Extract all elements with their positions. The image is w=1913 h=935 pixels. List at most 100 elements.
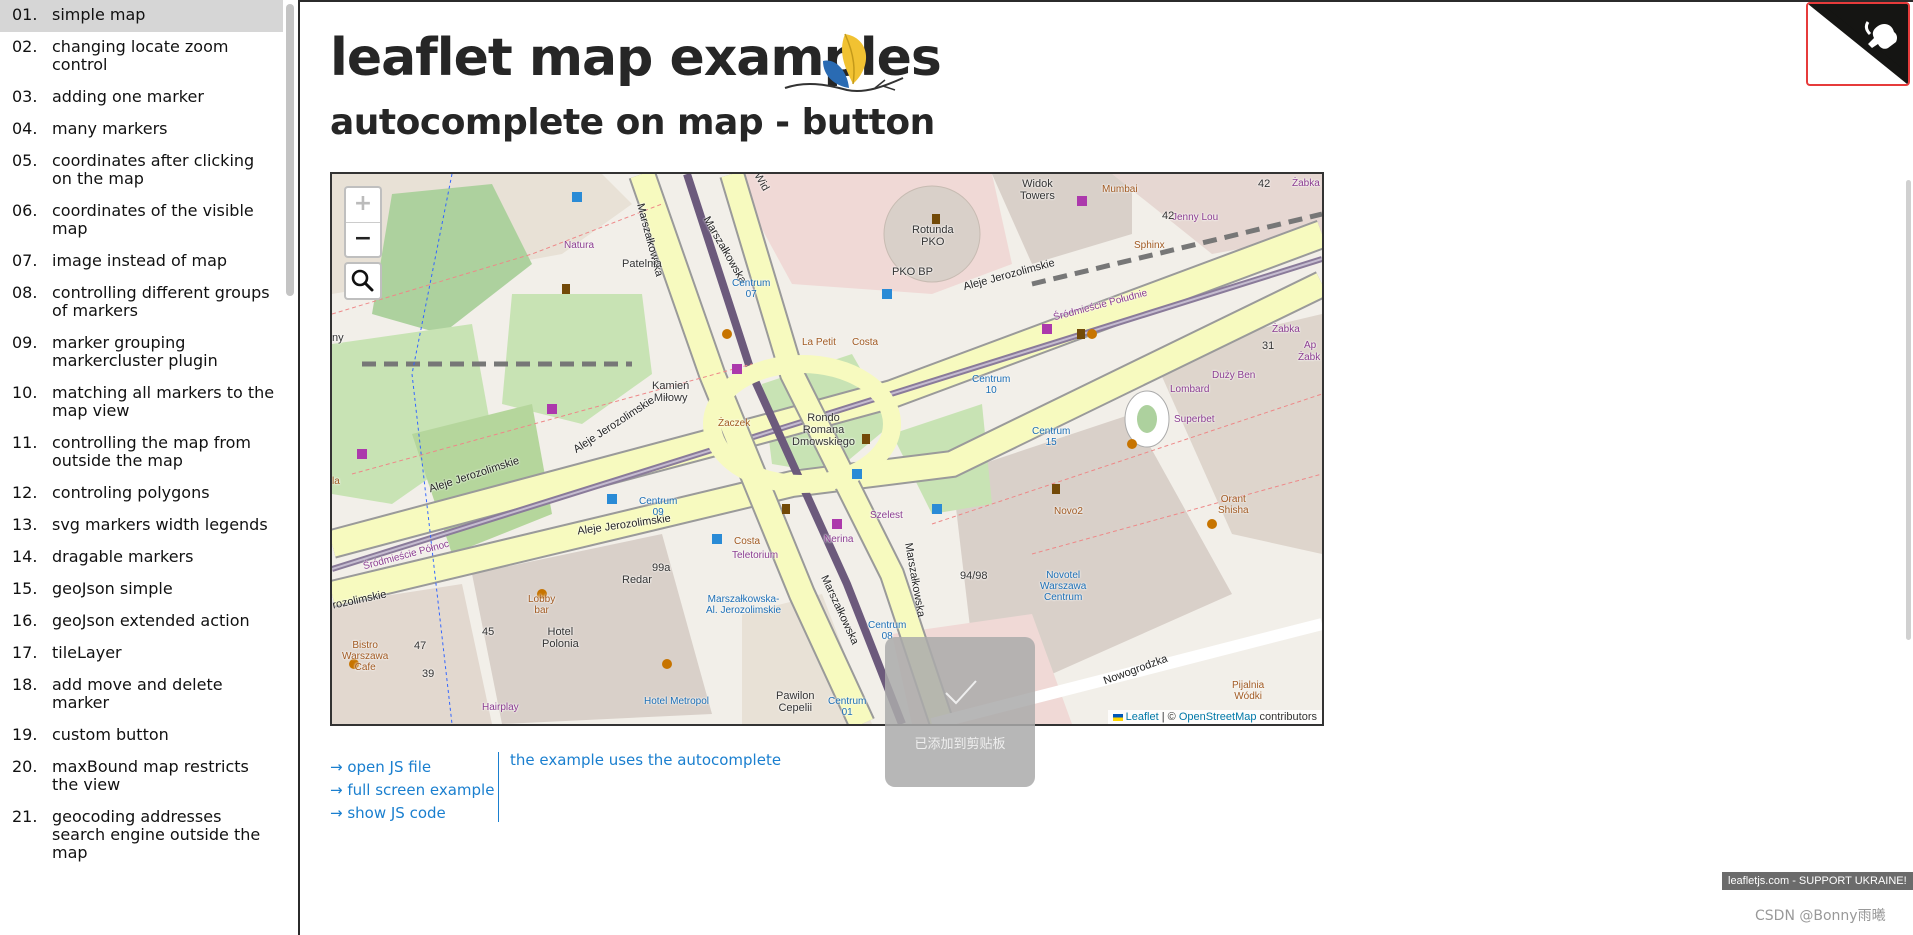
sidebar-item[interactable]: 13. svg markers width legends [0,510,283,542]
map-label: Rotunda PKO [912,224,954,248]
sidebar-item-number: 14. [12,547,38,566]
support-ukraine-banner[interactable]: leafletjs.com - SUPPORT UKRAINE! [1722,872,1913,890]
map-label: Widok Towers [1020,178,1055,202]
sidebar-item-label: simple map [52,5,146,24]
zoom-in-button[interactable]: + [346,188,380,223]
search-button[interactable] [344,262,382,300]
map-label: Mumbai [1102,184,1138,195]
sidebar-item[interactable]: 08. controlling different groups of marke… [0,278,283,328]
sidebar-item-number: 17. [12,643,38,662]
sidebar-item[interactable]: 04. many markers [0,114,283,146]
map-label: Natura [564,240,595,251]
sidebar-item-label: many markers [52,119,168,138]
map-container[interactable]: Aleje Jerozolimskie Aleje Jerozolimskie … [330,172,1324,726]
sidebar-item[interactable]: 02. changing locate zoom control [0,32,283,82]
leaflet-link[interactable]: Leaflet [1126,711,1159,723]
csdn-watermark: CSDN @Bonny雨曦 [1755,908,1886,924]
sidebar-scrollbar[interactable] [286,4,294,296]
open-js-file-link[interactable]: → open JS file [330,756,494,779]
sidebar-item[interactable]: 01. simple map [0,0,283,32]
map-label: La Petit [802,337,836,348]
map-label: Teletorium [732,550,779,561]
sidebar-item[interactable]: 12. controling polygons [0,478,283,510]
map-label: Orant Shisha [1218,494,1249,516]
example-links: → open JS file → full screen example → s… [330,756,494,825]
sidebar-item[interactable]: 11. controlling the map from outside the … [0,428,283,478]
map-label: Redar [622,574,652,586]
sidebar-item-label: image instead of map [52,251,228,270]
autocomplete-link[interactable]: the example uses the autocomplete [510,751,781,769]
sidebar-item[interactable]: 21. geocoding addresses search engine out… [0,802,283,870]
map-label: 45 [482,626,495,638]
sidebar-item-label: svg markers width legends [52,515,268,534]
sidebar-item-number: 07. [12,251,38,270]
sidebar-item[interactable]: 05. coordinates after clicking on the map [0,146,283,196]
sidebar-item-number: 16. [12,611,38,630]
sidebar-item-label: controlling the map from outside the map [52,433,251,470]
map-label: Ap [1304,340,1317,351]
map-label: Duży Ben [1212,370,1256,381]
sidebar-item[interactable]: 06. coordinates of the visible map [0,196,283,246]
sidebar-item[interactable]: 19. custom button [0,720,283,752]
zoom-control: + − [344,186,382,258]
page-scrollbar[interactable] [1906,180,1911,640]
github-corner-link[interactable] [1806,2,1910,86]
map-label: Sphinx [1134,240,1165,251]
sidebar-item[interactable]: 18. add move and delete marker [0,670,283,720]
map-label: 39 [422,668,435,680]
sidebar-item-number: 04. [12,119,38,138]
sidebar-item[interactable]: 14. dragable markers [0,542,283,574]
sidebar-item-number: 15. [12,579,38,598]
sidebar-item-label: geoJson extended action [52,611,250,630]
sidebar-item-number: 02. [12,37,38,56]
map-label: Lombard [1170,384,1210,395]
sidebar-item[interactable]: 20. maxBound map restricts the view [0,752,283,802]
map-label: Patelnia [622,258,662,270]
leaflet-logo-icon [784,33,904,92]
sidebar-item-label: geoJson simple [52,579,173,598]
top-border [300,0,1913,2]
sidebar: 01. simple map 02. changing locate zoom con… [0,0,283,935]
map-label: Jenny Lou [1172,212,1219,223]
map-label: 47 [414,640,427,652]
sidebar-item[interactable]: 15. geoJson simple [0,574,283,606]
map-label: Żabka [1272,324,1300,335]
sidebar-item-label: maxBound map restricts the view [52,757,249,794]
github-octocat-icon [1808,4,1908,84]
sidebar-item-label: geocoding addresses search engine outsid… [52,807,261,862]
map-label: 99a [652,562,671,574]
zoom-out-button[interactable]: − [346,223,380,257]
sidebar-item-number: 19. [12,725,38,744]
map-label: Kamień Miłowy [652,380,690,404]
full-screen-example-link[interactable]: → full screen example [330,779,494,802]
sidebar-list: 01. simple map 02. changing locate zoom con… [0,0,283,870]
map-label: Centrum 09 [639,496,678,518]
osm-link[interactable]: OpenStreetMap [1179,711,1257,723]
sidebar-item[interactable]: 16. geoJson extended action [0,606,283,638]
map-label: Nerina [824,534,854,545]
sidebar-item-number: 11. [12,433,38,452]
page-subtitle: autocomplete on map - button [330,102,935,143]
sidebar-item-label: controlling different groups of markers [52,283,270,320]
sidebar-item-label: dragable markers [52,547,194,566]
sidebar-item-label: coordinates after clicking on the map [52,151,255,188]
sidebar-item-number: 12. [12,483,38,502]
map-label: Żabk [1298,352,1321,363]
search-icon [351,269,374,292]
sidebar-item[interactable]: 17. tileLayer [0,638,283,670]
sidebar-item[interactable]: 07. image instead of map [0,246,283,278]
sidebar-item[interactable]: 10. matching all markers to the map view [0,378,283,428]
map-label: Novotel Warszawa Centrum [1040,570,1087,603]
sidebar-item-number: 08. [12,283,38,302]
map-label: Lobby bar [528,594,556,616]
map-tiles[interactable] [332,174,1322,724]
sidebar-item[interactable]: 09. marker grouping markercluster plugin [0,328,283,378]
sidebar-item-number: 05. [12,151,38,170]
sidebar-item-label: tileLayer [52,643,122,662]
map-label: Marszałkowska- Al. Jerozolimskie [706,594,782,616]
show-js-code-link[interactable]: → show JS code [330,802,494,825]
sidebar-item[interactable]: 03. adding one marker [0,82,283,114]
map-label: Novo2 [1054,506,1083,517]
map-label: Costa [852,337,879,348]
map-label: Żabka [1292,178,1320,189]
